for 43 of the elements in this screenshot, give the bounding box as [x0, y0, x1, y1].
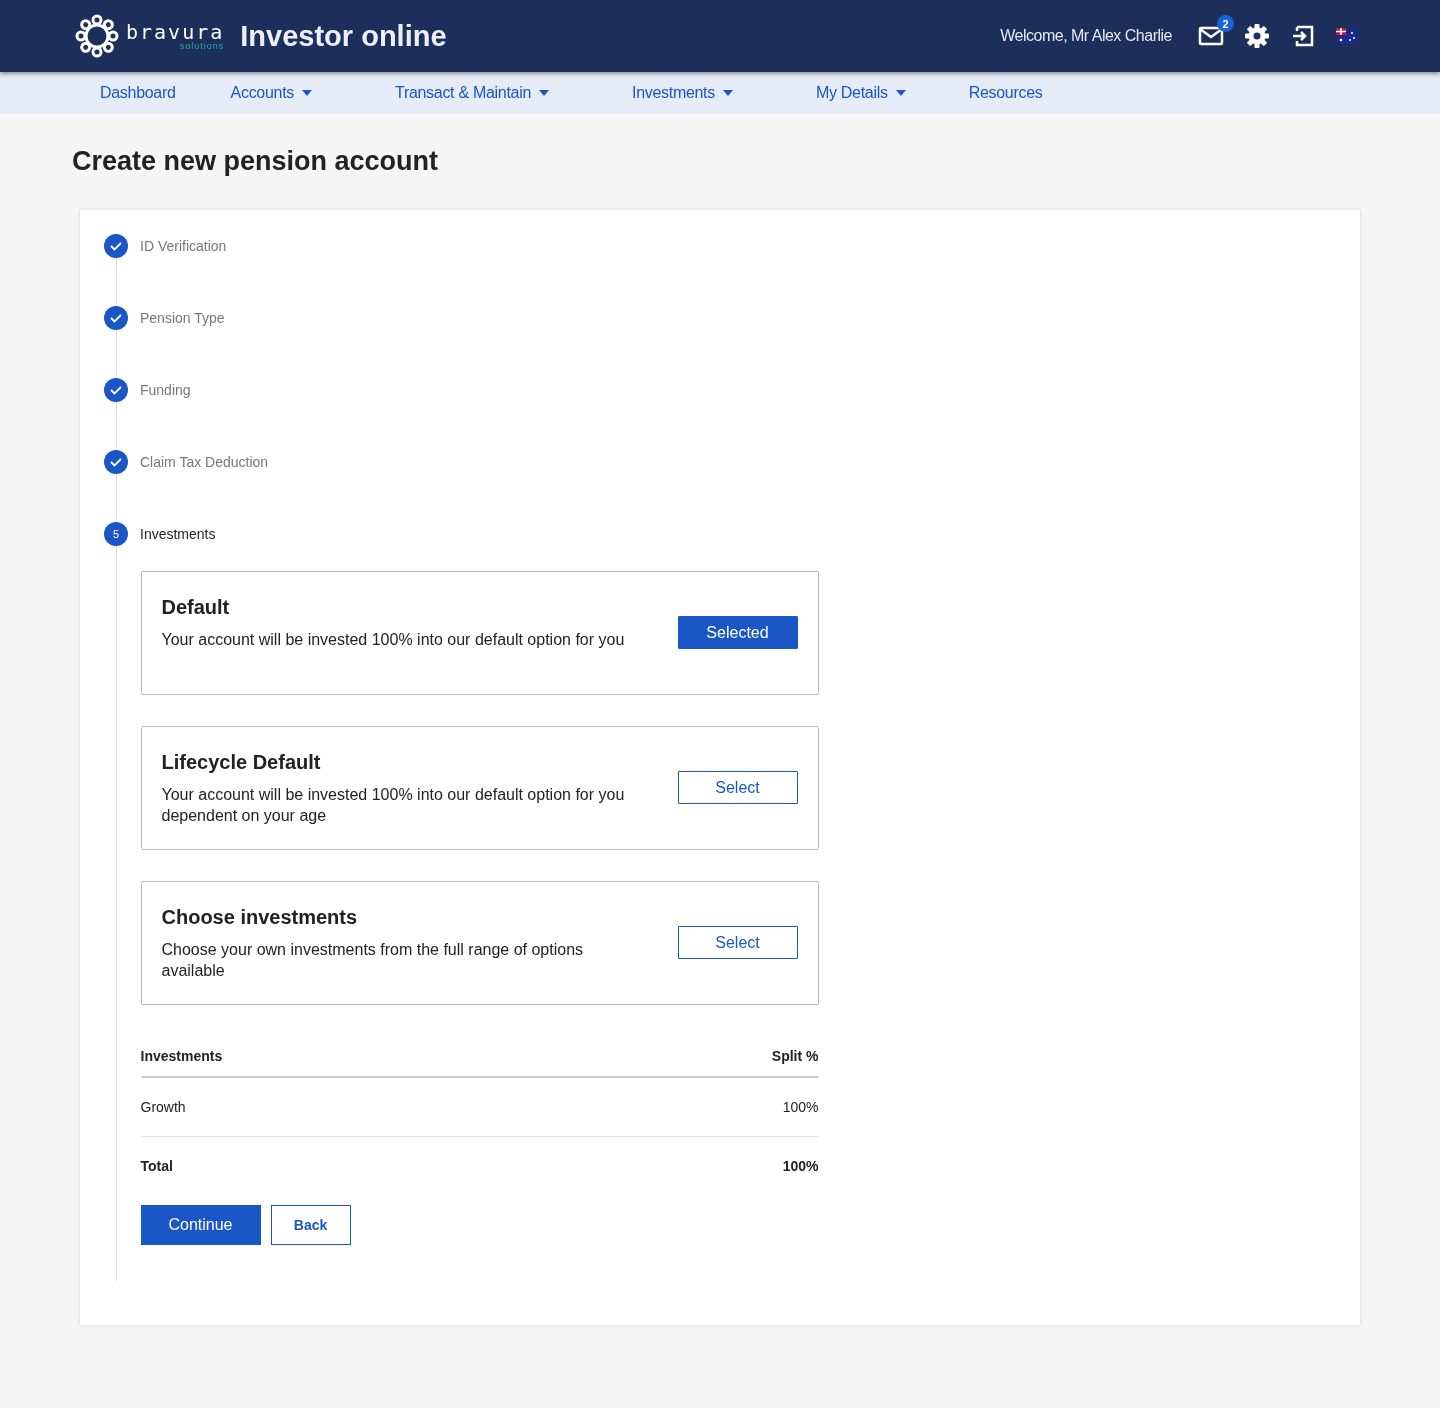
nav-link[interactable]: My Details: [815, 84, 906, 102]
mail-icon[interactable]: [1198, 25, 1224, 47]
step-number: 5: [104, 522, 128, 546]
option-title: Choose investments: [161, 906, 359, 929]
select-button[interactable]: Selected: [677, 616, 798, 649]
total-cell: Total: [140, 1136, 572, 1195]
step-label: Pension Type: [140, 310, 225, 326]
select-button[interactable]: Select: [677, 771, 798, 804]
back-button[interactable]: Back: [270, 1205, 351, 1245]
caret-icon: [302, 90, 312, 96]
brand-name: bravura: [126, 21, 225, 42]
notification-badge: 2: [1217, 15, 1234, 32]
step-label: Claim Tax Deduction: [140, 454, 269, 470]
option-description: Choose your own investments from the full range of options available: [161, 940, 585, 981]
nav-link[interactable]: Accounts: [230, 84, 312, 102]
nav-link[interactable]: Investments: [632, 84, 733, 102]
caret-icon: [895, 90, 906, 96]
step-label: Funding: [140, 382, 191, 398]
select-button[interactable]: Select: [677, 926, 798, 959]
logout-icon[interactable]: [1290, 23, 1316, 49]
brand-tagline: solutions: [179, 41, 225, 51]
table-cell: Growth: [140, 1077, 572, 1137]
nav-link[interactable]: Resources: [968, 84, 1043, 102]
page-title: Create new pension account: [71, 145, 440, 178]
welcome-text: Welcome, Mr Alex Charlie: [1000, 27, 1172, 45]
option-title: Default: [161, 596, 231, 619]
nav-link[interactable]: Transact & Maintain: [395, 84, 549, 102]
logo-icon: [74, 13, 120, 59]
step-label: Investments: [140, 526, 216, 542]
step-label: ID Verification: [140, 238, 227, 254]
flag-icon[interactable]: [1336, 28, 1358, 44]
total-cell: 100%: [572, 1136, 819, 1195]
option-description: Your account will be invested 100% into our default option for you: [161, 630, 626, 650]
continue-button[interactable]: Continue: [140, 1205, 261, 1245]
column-header: Split %: [572, 1036, 819, 1077]
option-title: Lifecycle Default: [161, 751, 322, 774]
table-cell: 100%: [572, 1077, 819, 1137]
caret-icon: [539, 90, 549, 96]
caret-icon: [722, 90, 733, 96]
nav-link[interactable]: Dashboard: [100, 84, 176, 102]
app-title: Investor online: [240, 19, 447, 53]
option-description: Your account will be invested 100% into our default option for you dependent on your age: [161, 785, 626, 826]
column-header: Investments: [140, 1036, 572, 1077]
